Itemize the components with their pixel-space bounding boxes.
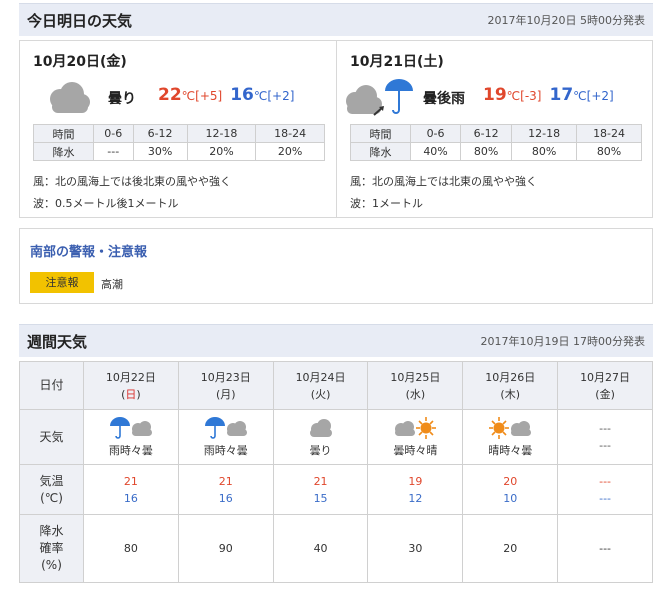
issued-time: 2017年10月20日 5時00分発表 bbox=[487, 14, 645, 27]
weather-row: 天気 雨時々曇 雨時々曇 曇り 曇時々晴 晴時々曇 --- --- bbox=[19, 409, 653, 465]
weather-label: --- bbox=[599, 422, 612, 435]
section-title: 週間天気 bbox=[27, 332, 88, 351]
high-temp: 21 bbox=[218, 474, 233, 488]
forecast-date: 10月20日(金) bbox=[33, 54, 127, 70]
rain-sometimes-cloud-icon bbox=[109, 417, 152, 439]
low-temp: 10 bbox=[503, 491, 518, 505]
weather-label: 雨時々曇 bbox=[108, 444, 153, 457]
pop-cell: 40 bbox=[272, 514, 369, 583]
wave-note: 波：0.5メートル後1メートル bbox=[33, 197, 179, 210]
precip-prob-row: 降水 確率 (%) 80 90 40 30 20 --- bbox=[19, 514, 653, 583]
date-cell: 10月24日 (火) bbox=[272, 361, 369, 410]
row-label: 日付 bbox=[19, 361, 84, 410]
high-temp: 21 bbox=[313, 474, 328, 488]
low-temp: --- bbox=[599, 491, 612, 505]
precip-table-head: 時間 0-6 6-12 12-18 18-24 bbox=[33, 124, 325, 143]
date-cell: 10月25日 (水) bbox=[367, 361, 464, 410]
weather-label: 雨時々曇 bbox=[203, 444, 248, 457]
high-temp: --- bbox=[599, 474, 612, 488]
weather-cell: 曇り bbox=[272, 409, 369, 465]
alerts-panel: 南部の警報・注意報 注意報 高潮 bbox=[19, 228, 653, 304]
temperatures: 19℃[-3] 17℃[+2] bbox=[483, 85, 614, 105]
date-cell: 10月23日 (月) bbox=[177, 361, 274, 410]
precip-table-head: 時間 0-6 6-12 12-18 18-24 bbox=[350, 124, 642, 143]
section-title: 今日明日の天気 bbox=[27, 11, 133, 30]
pop-cell: 20 bbox=[462, 514, 559, 583]
sun-sometimes-cloud-icon bbox=[489, 417, 532, 439]
low-temp: 16℃[+2] bbox=[230, 85, 295, 105]
high-temp: 19℃[-3] bbox=[483, 85, 542, 105]
weather-cell: --- --- bbox=[557, 409, 653, 465]
cloud-icon bbox=[50, 82, 90, 113]
advisory-item: 高潮 bbox=[101, 278, 123, 291]
advisory-badge: 注意報 bbox=[30, 272, 94, 293]
weather-label: 晴時々曇 bbox=[488, 444, 533, 457]
pop-cell: 90 bbox=[177, 514, 274, 583]
rain-sometimes-cloud-icon bbox=[204, 417, 247, 439]
high-temp: 20 bbox=[503, 474, 518, 488]
weather-label: --- bbox=[599, 439, 612, 452]
temperatures: 22℃[+5] 16℃[+2] bbox=[158, 85, 294, 105]
pop-cell: --- bbox=[557, 514, 653, 583]
alerts-link[interactable]: 南部の警報・注意報 bbox=[30, 241, 147, 260]
temp-cell: --- --- bbox=[557, 464, 653, 515]
temp-cell: 21 16 bbox=[83, 464, 179, 515]
temp-cell: 21 16 bbox=[177, 464, 274, 515]
weather-label: 曇後雨 bbox=[423, 91, 465, 107]
date-cell: 10月22日 (日) bbox=[83, 361, 179, 410]
weather-cell: 雨時々曇 bbox=[83, 409, 179, 465]
temp-cell: 21 15 bbox=[272, 464, 369, 515]
precip-table-row: 降水 40% 80% 80% 80% bbox=[350, 142, 642, 161]
forecast-day-today: 10月20日(金) 曇り 22℃[+5] 16℃[+2] 時間 0-6 6-12 … bbox=[20, 41, 337, 217]
temp-cell: 19 12 bbox=[367, 464, 464, 515]
date-cell: 10月26日 (木) bbox=[462, 361, 559, 410]
pop-cell: 80 bbox=[83, 514, 179, 583]
date-cell: 10月27日 (金) bbox=[557, 361, 653, 410]
precip-table-row: 降水 --- 30% 20% 20% bbox=[33, 142, 325, 161]
temperature-row: 気温 (℃) 21 16 21 16 21 15 19 12 20 10 --- --- bbox=[19, 464, 653, 515]
precip-table: 時間 0-6 6-12 12-18 18-24 降水 --- 30% 20% 2… bbox=[33, 124, 325, 161]
cloud-sometimes-sun-icon bbox=[395, 417, 437, 439]
precip-table: 時間 0-6 6-12 12-18 18-24 降水 40% 80% 80% 8… bbox=[350, 124, 642, 161]
temp-cell: 20 10 bbox=[462, 464, 559, 515]
weather-label: 曇時々晴 bbox=[393, 444, 438, 457]
weekly-header: 週間天気 2017年10月19日 17時00分発表 bbox=[19, 324, 653, 357]
weather-label: 曇り bbox=[309, 444, 332, 457]
weather-label: 曇り bbox=[108, 91, 136, 107]
low-temp: 15 bbox=[313, 491, 328, 505]
high-temp: 19 bbox=[408, 474, 423, 488]
forecast-day-tomorrow: 10月21日(土) 曇後雨 19℃[-3] 17℃[+2] 時間 0-6 6-12… bbox=[337, 41, 654, 217]
low-temp: 12 bbox=[408, 491, 423, 505]
wind-note: 風：北の風海上では北東の風やや強く bbox=[350, 175, 537, 188]
weather-cell: 曇時々晴 bbox=[367, 409, 464, 465]
high-temp: 22℃[+5] bbox=[158, 85, 223, 105]
wind-note: 風：北の風海上では後北東の風やや強く bbox=[33, 175, 231, 188]
today-tomorrow-panel: 10月20日(金) 曇り 22℃[+5] 16℃[+2] 時間 0-6 6-12 … bbox=[19, 40, 653, 218]
date-row: 日付 10月22日 (日) 10月23日 (月) 10月24日 (火) 10月25日(… bbox=[19, 361, 653, 410]
wave-note: 波：1メートル bbox=[350, 197, 423, 210]
row-label: 気温 (℃) bbox=[19, 464, 84, 515]
low-temp: 16 bbox=[123, 491, 138, 505]
pop-cell: 30 bbox=[367, 514, 464, 583]
high-temp: 21 bbox=[123, 474, 138, 488]
cloud-then-rain-icon bbox=[346, 79, 413, 116]
cloud-icon bbox=[309, 419, 332, 437]
forecast-date: 10月21日(土) bbox=[350, 54, 444, 70]
low-temp: 17℃[+2] bbox=[549, 85, 614, 105]
weather-cell: 雨時々曇 bbox=[177, 409, 274, 465]
today-header: 今日明日の天気 2017年10月20日 5時00分発表 bbox=[19, 3, 653, 36]
low-temp: 16 bbox=[218, 491, 233, 505]
row-label: 降水 確率 (%) bbox=[19, 514, 84, 583]
issued-time: 2017年10月19日 17時00分発表 bbox=[480, 335, 645, 348]
row-label: 天気 bbox=[19, 409, 84, 465]
weather-cell: 晴時々曇 bbox=[462, 409, 559, 465]
weekly-forecast-table: 日付 10月22日 (日) 10月23日 (月) 10月24日 (火) 10月25日(… bbox=[19, 361, 653, 583]
